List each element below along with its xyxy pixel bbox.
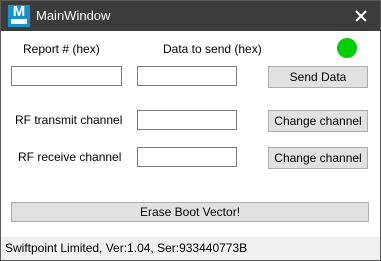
send-data-button[interactable]: Send Data [268, 66, 368, 88]
change-transmit-channel-button[interactable]: Change channel [268, 110, 368, 132]
status-text: Swiftpoint Limited, Ver:1.04, Ser:933440… [5, 241, 248, 255]
connection-status-indicator [337, 38, 357, 58]
app-icon: M [8, 4, 30, 27]
rf-transmit-input[interactable] [137, 110, 237, 130]
data-label: Data to send (hex) [163, 42, 262, 56]
close-button[interactable] [340, 1, 380, 31]
rf-transmit-label: RF transmit channel [15, 113, 123, 127]
report-input[interactable] [11, 66, 122, 86]
erase-boot-vector-button[interactable]: Erase Boot Vector! [11, 202, 369, 222]
rf-receive-label: RF receive channel [18, 150, 122, 164]
window-title: MainWindow [36, 8, 111, 23]
title-bar[interactable]: M MainWindow [1, 1, 380, 31]
status-bar: Swiftpoint Limited, Ver:1.04, Ser:933440… [1, 237, 380, 260]
change-receive-channel-button[interactable]: Change channel [268, 147, 368, 169]
rf-receive-input[interactable] [137, 147, 237, 167]
main-window: M MainWindow Report # (hex) Data to send… [0, 0, 381, 261]
data-input[interactable] [137, 66, 237, 86]
report-label: Report # (hex) [23, 42, 100, 56]
